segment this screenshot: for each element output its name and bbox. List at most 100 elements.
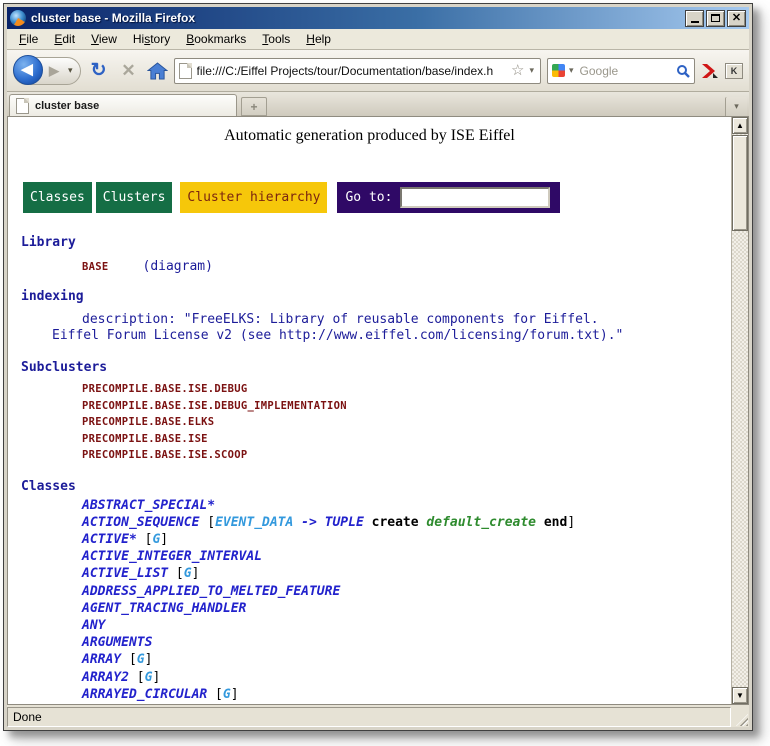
url-bar[interactable]: file:///C:/Eiffel Projects/tour/Document… — [174, 58, 541, 84]
subcluster-link[interactable]: PRECOMPILE.BASE.ISE — [8, 431, 731, 448]
class-list-item: ARRAYED_LIST [G] — [8, 703, 731, 704]
class-list-item: ACTION_SEQUENCE [EVENT_DATA -> TUPLE cre… — [8, 514, 731, 531]
bookmark-star-icon[interactable]: ☆ — [511, 63, 524, 78]
class-link[interactable]: ARGUMENTS — [82, 635, 152, 650]
search-icon[interactable] — [676, 64, 690, 78]
forward-button[interactable]: ▶ — [43, 63, 65, 79]
class-link[interactable]: -> — [293, 515, 324, 530]
minimize-icon — [691, 21, 699, 23]
generic-param-link[interactable]: G — [223, 687, 231, 702]
class-link[interactable]: AGENT_TRACING_HANDLER — [82, 601, 246, 616]
tab-label: cluster base — [35, 100, 99, 112]
back-arrow-icon: ◀ — [21, 62, 33, 77]
page-button-row: Classes Clusters Cluster hierarchy Go to… — [23, 182, 731, 213]
page-favicon-icon — [179, 63, 192, 79]
scrollbar-track[interactable] — [732, 231, 748, 687]
class-text: [ — [207, 687, 223, 702]
menu-tools[interactable]: Tools — [254, 30, 298, 48]
class-link[interactable]: ARRAYED_CIRCULAR — [82, 687, 207, 702]
class-text: [ — [129, 670, 145, 685]
class-text: ] — [160, 532, 168, 547]
class-link[interactable]: TUPLE — [325, 515, 364, 530]
classes-list: ABSTRACT_SPECIAL*ACTION_SEQUENCE [EVENT_… — [8, 497, 731, 705]
subcluster-link[interactable]: PRECOMPILE.BASE.ELKS — [8, 414, 731, 431]
resize-grip[interactable] — [733, 707, 749, 727]
refresh-button[interactable]: ↻ — [87, 61, 111, 80]
back-forward-group: ◀ ▶ ▾ — [13, 57, 81, 85]
diagram-link[interactable]: (diagram) — [143, 259, 213, 274]
class-text: [ — [121, 652, 137, 667]
indexing-description-line1: description: "FreeELKS: Library of reusa… — [8, 312, 731, 328]
maximize-icon — [711, 14, 720, 22]
subcluster-link[interactable]: PRECOMPILE.BASE.ISE.DEBUG_IMPLEMENTATION — [8, 398, 731, 415]
class-text — [536, 515, 544, 530]
menu-help[interactable]: Help — [298, 30, 339, 48]
close-icon: ✕ — [732, 13, 741, 24]
class-list-item: ARRAY [G] — [8, 651, 731, 668]
generic-param-link[interactable]: EVENT_DATA — [215, 515, 293, 530]
generic-param-link[interactable]: G — [184, 566, 192, 581]
class-link[interactable]: ACTIVE* — [82, 532, 137, 547]
class-text: ] — [145, 652, 153, 667]
classes-button[interactable]: Classes — [23, 182, 92, 213]
class-text: default_create — [426, 515, 536, 530]
search-engine-dropdown[interactable]: ▾ — [569, 65, 576, 76]
minimize-button[interactable] — [685, 10, 704, 27]
url-dropdown-button[interactable]: ▾ — [529, 65, 536, 76]
tab-favicon-icon — [16, 98, 29, 114]
titlebar[interactable]: cluster base - Mozilla Firefox ✕ — [7, 7, 749, 29]
forward-arrow-icon: ▶ — [49, 63, 59, 79]
scrollbar-thumb[interactable] — [732, 135, 748, 231]
subcluster-link[interactable]: PRECOMPILE.BASE.ISE.DEBUG — [8, 381, 731, 398]
class-link[interactable]: ABSTRACT_SPECIAL* — [82, 498, 215, 513]
class-list-item: ANY — [8, 617, 731, 634]
tab-cluster-base[interactable]: cluster base — [9, 94, 237, 116]
list-all-tabs-button[interactable]: ▾ — [725, 97, 747, 116]
subcluster-link[interactable]: PRECOMPILE.BASE.ISE.SCOOP — [8, 447, 731, 464]
kaspersky-icon[interactable] — [701, 63, 719, 79]
stop-button[interactable]: ✕ — [117, 62, 141, 79]
scroll-up-button[interactable]: ▲ — [732, 117, 748, 134]
class-link[interactable]: ARRAY2 — [82, 670, 129, 685]
menu-bookmarks[interactable]: Bookmarks — [178, 30, 254, 48]
class-link[interactable]: ADDRESS_APPLIED_TO_MELTED_FEATURE — [82, 584, 340, 599]
k-extension-button[interactable]: K — [725, 63, 743, 79]
search-placeholder[interactable]: Google — [580, 64, 672, 78]
home-icon — [147, 62, 168, 80]
indexing-description-line2: Eiffel Forum License v2 (see http://www.… — [8, 328, 731, 344]
home-button[interactable] — [147, 62, 168, 80]
cluster-hierarchy-button[interactable]: Cluster hierarchy — [180, 182, 327, 213]
class-list-item: ARGUMENTS — [8, 634, 731, 651]
search-box[interactable]: ▾ Google — [547, 58, 695, 84]
class-text — [364, 515, 372, 530]
class-list-item: ADDRESS_APPLIED_TO_MELTED_FEATURE — [8, 583, 731, 600]
vertical-scrollbar[interactable]: ▲ ▼ — [731, 117, 748, 704]
url-text[interactable]: file:///C:/Eiffel Projects/tour/Document… — [197, 64, 506, 78]
library-name-link[interactable]: BASE — [82, 261, 109, 273]
classes-heading: Classes — [8, 479, 731, 494]
history-dropdown-button[interactable]: ▾ — [65, 65, 76, 76]
class-list-item: ARRAYED_CIRCULAR [G] — [8, 686, 731, 703]
generic-param-link[interactable]: G — [137, 652, 145, 667]
new-tab-button[interactable]: + — [241, 97, 267, 116]
class-text: ] — [567, 515, 575, 530]
page-title: Automatic generation produced by ISE Eif… — [8, 117, 731, 145]
menu-file[interactable]: File — [11, 30, 46, 48]
class-text: end — [544, 515, 567, 530]
class-link[interactable]: ACTIVE_INTEGER_INTERVAL — [82, 549, 262, 564]
menu-view[interactable]: View — [83, 30, 125, 48]
subclusters-heading: Subclusters — [8, 360, 731, 375]
scroll-down-button[interactable]: ▼ — [732, 687, 748, 704]
back-button[interactable]: ◀ — [13, 55, 43, 85]
clusters-button[interactable]: Clusters — [96, 182, 173, 213]
menubar: FileEditViewHistoryBookmarksToolsHelp — [7, 29, 749, 50]
class-link[interactable]: ACTIVE_LIST — [82, 566, 168, 581]
class-link[interactable]: ARRAY — [82, 652, 121, 667]
menu-history[interactable]: History — [125, 30, 178, 48]
menu-edit[interactable]: Edit — [46, 30, 83, 48]
class-link[interactable]: ANY — [82, 618, 105, 633]
close-button[interactable]: ✕ — [727, 10, 746, 27]
class-link[interactable]: ACTION_SEQUENCE — [82, 515, 199, 530]
maximize-button[interactable] — [706, 10, 725, 27]
goto-input[interactable] — [400, 187, 550, 208]
